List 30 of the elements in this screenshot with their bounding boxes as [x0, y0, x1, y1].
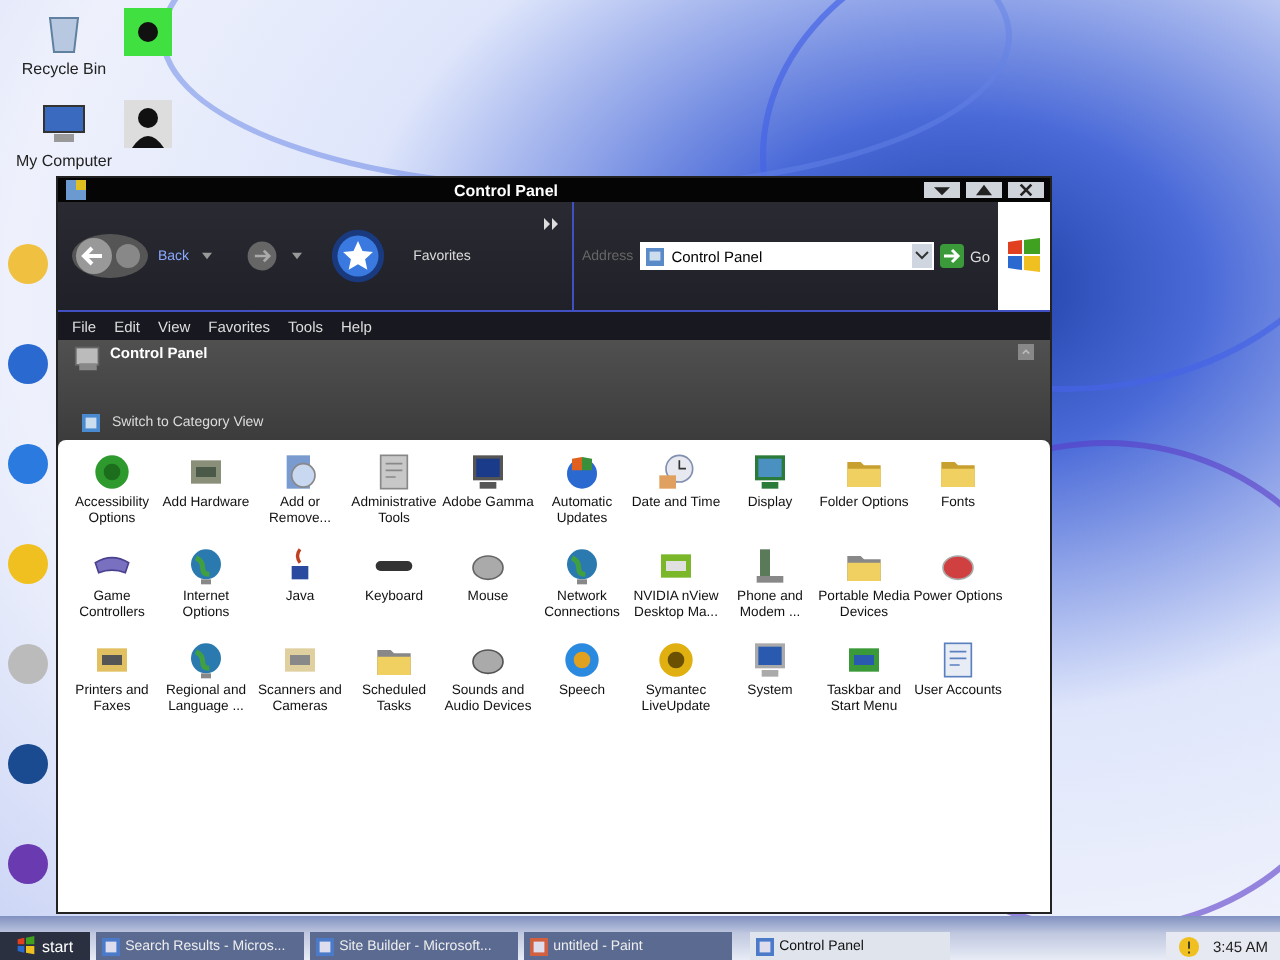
- desktop-icon-label[interactable]: Recycle Bin: [21, 60, 107, 78]
- clock-icon[interactable]: [656, 452, 696, 492]
- monitor-icon[interactable]: [468, 452, 508, 492]
- window-icon: [315, 937, 334, 955]
- maximize-button[interactable]: [966, 182, 1002, 198]
- computer-icon[interactable]: [750, 640, 790, 680]
- chevron-icon[interactable]: [544, 218, 560, 230]
- start-button[interactable]: start: [0, 932, 90, 960]
- shield-icon[interactable]: [1178, 935, 1201, 957]
- computer-icon[interactable]: [40, 100, 88, 148]
- window-icon: [101, 937, 120, 955]
- close-button[interactable]: [1008, 182, 1044, 198]
- view-icon: [82, 414, 100, 432]
- minimize-button[interactable]: [924, 182, 960, 198]
- windows-logo-icon: [1004, 236, 1044, 276]
- arrow-icon: [939, 244, 964, 268]
- caret-icon[interactable]: [291, 252, 302, 260]
- window-icon: [755, 937, 774, 955]
- window-title: Control Panel: [451, 181, 560, 199]
- desktop-icon-label[interactable]: My Computer: [15, 152, 112, 170]
- dropdown-icon[interactable]: [911, 244, 932, 268]
- control-panel-icon: [645, 247, 664, 265]
- monitor-icon[interactable]: [750, 452, 790, 492]
- forward-button[interactable]: [243, 238, 280, 274]
- window-icon: [64, 180, 88, 200]
- windows-logo-icon: [16, 936, 36, 956]
- window-icon: [529, 937, 548, 955]
- caret-icon[interactable]: [201, 252, 212, 260]
- control-panel-icon: [74, 344, 102, 372]
- silhouette-icon[interactable]: [124, 100, 172, 148]
